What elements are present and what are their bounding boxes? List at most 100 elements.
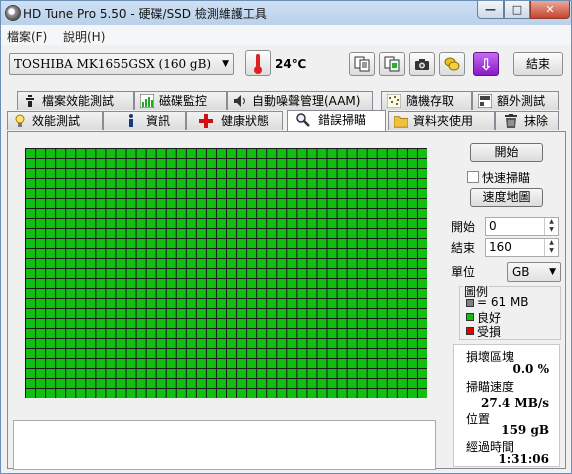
scan-block (247, 279, 257, 288)
tab-error-scan[interactable]: 錯誤掃瞄 (287, 110, 386, 131)
scan-block (397, 179, 407, 188)
drive-select[interactable]: TOSHIBA MK1655GSX (160 gB) ▼ (9, 53, 234, 75)
minimize-button[interactable]: — (477, 1, 504, 19)
menu-help[interactable]: 說明(H) (63, 28, 105, 45)
scan-block (206, 189, 216, 198)
scan-block (317, 169, 327, 178)
scan-block (136, 239, 146, 248)
scan-block (357, 389, 367, 398)
scan-block (46, 199, 56, 208)
scan-block (196, 179, 206, 188)
tab-random-access[interactable]: 隨機存取 (381, 91, 472, 110)
scan-block (377, 159, 387, 168)
scan-block (347, 269, 357, 278)
tab-file-benchmark[interactable]: 檔案效能測試 (17, 91, 134, 110)
scan-block (156, 229, 166, 238)
scan-block (377, 289, 387, 298)
scan-block (36, 249, 46, 258)
scan-block (126, 189, 136, 198)
scan-block (247, 269, 257, 278)
scan-block (337, 189, 347, 198)
scan-block (146, 339, 156, 348)
legend-swatch-block (466, 299, 474, 307)
tab-erase[interactable]: 抹除 (495, 111, 559, 130)
copy-screen-icon (384, 56, 400, 72)
scan-block (116, 219, 126, 228)
title-bar[interactable]: HD Tune Pro 5.50 - 硬碟/SSD 檢測維護工具 — □ ✕ (1, 1, 571, 25)
menu-file[interactable]: 檔案(F) (7, 28, 47, 45)
spin-arrows-icon[interactable]: ▲ ▼ (544, 218, 558, 235)
scan-block (46, 209, 56, 218)
scan-block (407, 339, 417, 348)
scan-block (247, 379, 257, 388)
unit-select[interactable]: GB ▼ (507, 262, 561, 282)
scan-block (257, 279, 267, 288)
copy-screen-button[interactable] (379, 52, 405, 76)
scan-block (106, 179, 116, 188)
scan-block (76, 349, 86, 358)
tab-info[interactable]: 資訊 (103, 111, 186, 130)
scan-block (176, 189, 186, 198)
start-scan-button[interactable]: 開始 (470, 143, 543, 162)
scan-block (317, 179, 327, 188)
tab-aam[interactable]: 自動噪聲管理(AAM) (227, 91, 373, 110)
scan-block (126, 349, 136, 358)
scan-block (367, 159, 377, 168)
tab-extra-tests[interactable]: 額外測試 (472, 91, 559, 110)
scan-block (126, 329, 136, 338)
scan-block (186, 269, 196, 278)
scan-block (76, 229, 86, 238)
scan-block (56, 279, 66, 288)
exit-button[interactable]: 結束 (513, 52, 563, 76)
scan-block (387, 379, 397, 388)
scan-block (287, 389, 297, 398)
scan-block (247, 349, 257, 358)
scan-block (36, 259, 46, 268)
spin-arrows-icon[interactable]: ▲ ▼ (544, 239, 558, 256)
scan-block (156, 159, 166, 168)
scan-block (66, 169, 76, 178)
scan-block (307, 149, 317, 158)
tab-health[interactable]: 健康狀態 (186, 111, 283, 130)
scan-block (387, 169, 397, 178)
scan-block (206, 199, 216, 208)
scan-block (227, 209, 237, 218)
scan-block (66, 229, 76, 238)
scan-block (66, 369, 76, 378)
temperature-button[interactable] (245, 50, 271, 76)
scan-block (227, 359, 237, 368)
scan-block (186, 369, 196, 378)
scan-block (277, 309, 287, 318)
scan-block (176, 339, 186, 348)
save-button[interactable]: ⇩ (473, 52, 499, 76)
end-input[interactable]: 160 ▲ ▼ (485, 238, 559, 257)
scan-block (116, 199, 126, 208)
scan-block (146, 259, 156, 268)
menu-bar: 檔案(F) 說明(H) (1, 25, 571, 45)
donate-button[interactable] (439, 52, 465, 76)
scan-block (206, 349, 216, 358)
scan-block (357, 339, 367, 348)
scan-block (307, 179, 317, 188)
scan-block (377, 269, 387, 278)
scan-block (327, 239, 337, 248)
screenshot-button[interactable] (409, 52, 435, 76)
tab-benchmark[interactable]: 效能測試 (7, 111, 103, 130)
tab-folder-usage[interactable]: 資料夾使用 (388, 111, 495, 130)
close-button[interactable]: ✕ (530, 1, 570, 19)
scan-block (347, 239, 357, 248)
camera-icon (415, 59, 429, 70)
copy-text-button[interactable] (349, 52, 375, 76)
scan-block (36, 159, 46, 168)
scan-block (377, 259, 387, 268)
scan-block (56, 189, 66, 198)
speed-map-button[interactable]: 速度地圖 (470, 188, 543, 207)
scan-block (357, 309, 367, 318)
scan-block (367, 329, 377, 338)
scan-block (46, 369, 56, 378)
tab-disk-monitor[interactable]: 磁碟監控 (134, 91, 227, 110)
scan-block (76, 209, 86, 218)
start-input[interactable]: 0 ▲ ▼ (485, 217, 559, 236)
quick-scan-checkbox[interactable] (467, 171, 479, 183)
maximize-button[interactable]: □ (504, 1, 530, 19)
